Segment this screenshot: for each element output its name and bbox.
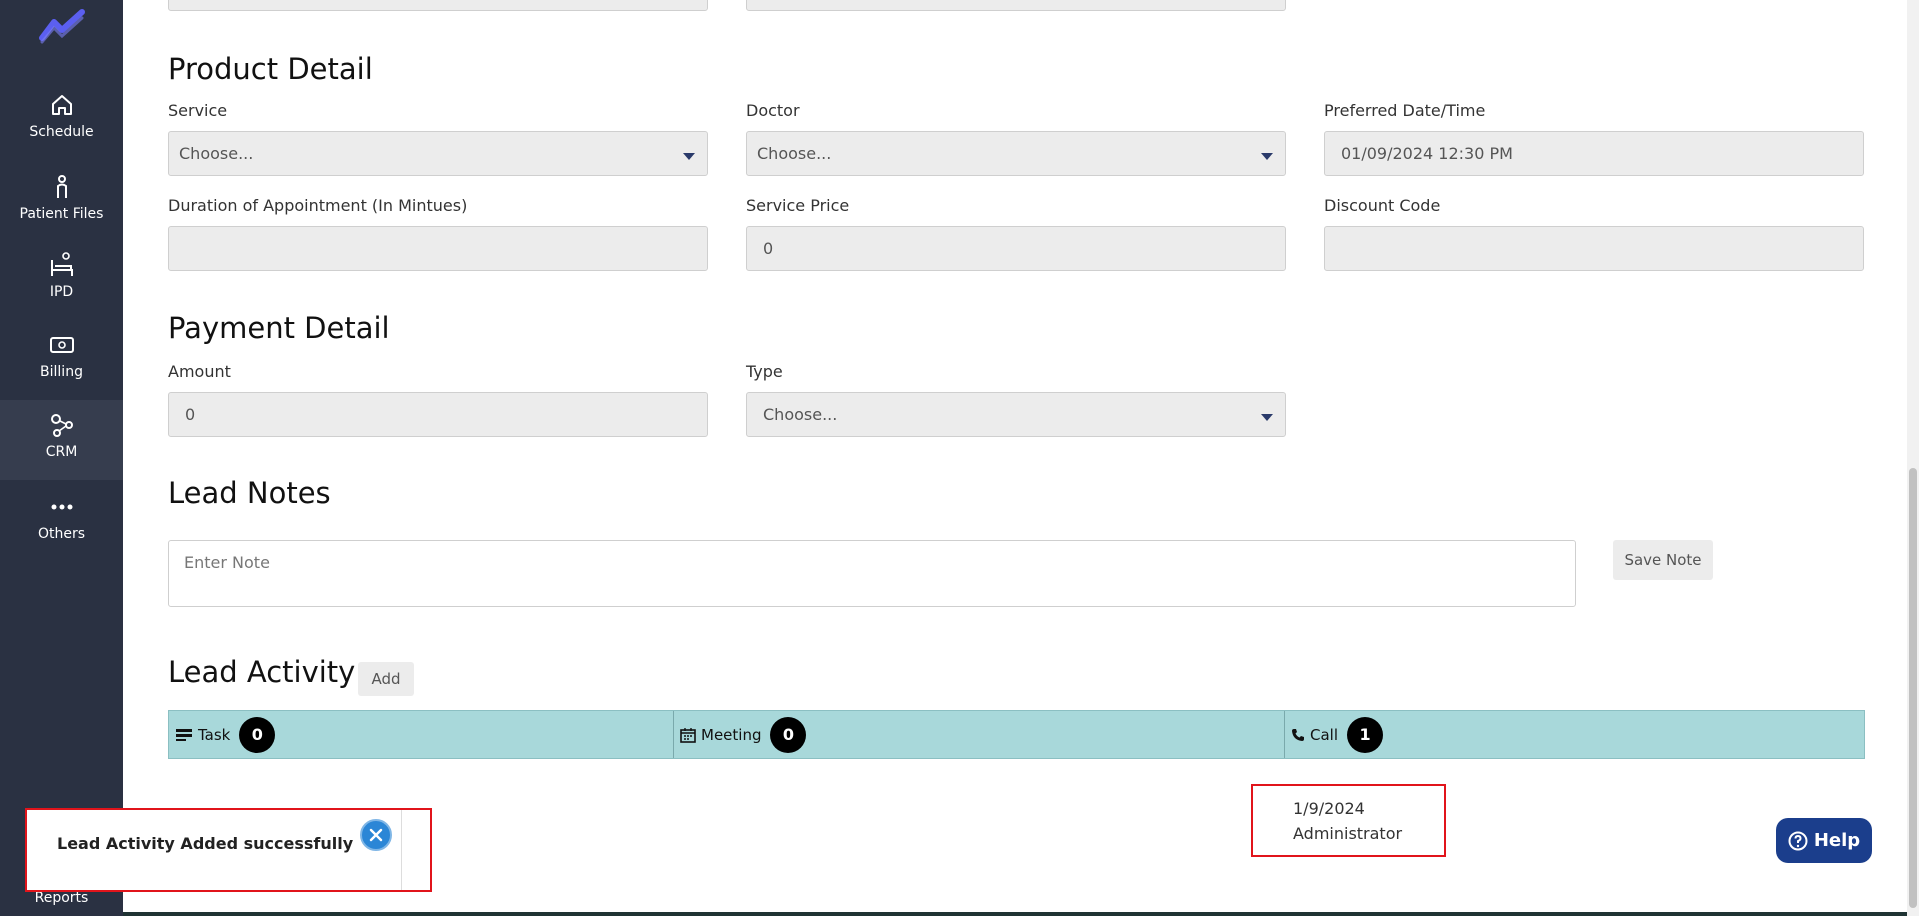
calendar-icon	[680, 727, 696, 743]
app-logo-icon[interactable]	[38, 8, 86, 44]
note-input[interactable]: Enter Note	[168, 540, 1576, 607]
sidebar: Schedule Patient Files IPD Billing CRM O…	[0, 0, 123, 916]
call-activity-entry[interactable]: 1/9/2024 Administrator	[1251, 784, 1446, 857]
phone-icon	[1292, 728, 1304, 741]
crm-nodes-icon	[50, 414, 73, 437]
cash-icon	[49, 337, 74, 353]
call-count-badge: 1	[1347, 716, 1384, 753]
sidebar-item-schedule[interactable]: Schedule	[0, 92, 123, 140]
toast-message: Lead Activity Added successfully	[57, 834, 354, 853]
close-icon	[369, 828, 383, 842]
duration-input[interactable]	[168, 226, 708, 271]
task-list-icon	[176, 728, 192, 741]
preferred-date-label: Preferred Date/Time	[1324, 101, 1486, 120]
preferred-date-input[interactable]: 01/09/2024 12:30 PM	[1324, 131, 1864, 176]
sidebar-item-label: Billing	[40, 364, 83, 380]
tab-call-label: Call	[1310, 725, 1339, 744]
person-icon	[56, 175, 67, 198]
task-count-badge: 0	[239, 716, 276, 753]
type-select[interactable]: Choose...	[746, 392, 1286, 437]
type-label: Type	[746, 362, 783, 381]
tab-meeting[interactable]: Meeting 0	[673, 711, 1284, 758]
toast-close-button[interactable]	[360, 819, 392, 851]
activity-tab-bar: Task 0 Meeting 0 Call 1	[168, 710, 1865, 759]
hospital-bed-icon	[50, 252, 73, 276]
help-label: Help	[1813, 830, 1861, 851]
service-price-label: Service Price	[746, 196, 850, 215]
sidebar-item-patient-files[interactable]: Patient Files	[0, 174, 123, 222]
tab-meeting-label: Meeting	[701, 725, 762, 744]
lead-activity-title: Lead Activity	[168, 655, 356, 689]
bottom-border	[123, 912, 1919, 916]
add-activity-button[interactable]: Add	[358, 662, 414, 696]
amount-label: Amount	[168, 362, 231, 381]
sidebar-item-label: Schedule	[29, 124, 94, 140]
more-dots-icon	[51, 504, 72, 510]
tab-task[interactable]: Task 0	[169, 711, 673, 758]
discount-code-label: Discount Code	[1324, 196, 1441, 215]
help-button[interactable]: Help	[1776, 818, 1872, 863]
scrollbar-thumb[interactable]	[1909, 468, 1917, 908]
activity-date: 1/9/2024	[1293, 799, 1365, 818]
meeting-count-badge: 0	[770, 716, 807, 753]
lead-notes-title: Lead Notes	[168, 476, 331, 510]
service-price-input[interactable]: 0	[746, 226, 1286, 271]
service-select[interactable]: Choose...	[168, 131, 708, 176]
tab-task-label: Task	[198, 725, 231, 744]
doctor-label: Doctor	[746, 101, 800, 120]
discount-code-input[interactable]	[1324, 226, 1864, 271]
service-label: Service	[168, 101, 228, 120]
page-scrollbar[interactable]	[1907, 0, 1919, 916]
sidebar-item-label: IPD	[49, 284, 74, 300]
activity-user: Administrator	[1293, 824, 1403, 843]
amount-input[interactable]: 0	[168, 392, 708, 437]
doctor-select[interactable]: Choose...	[746, 131, 1286, 176]
prior-field-left[interactable]	[168, 0, 708, 11]
sidebar-item-crm[interactable]: CRM	[0, 400, 123, 480]
sidebar-item-billing[interactable]: Billing	[0, 332, 123, 380]
sidebar-item-label: Patient Files	[19, 206, 104, 222]
duration-label: Duration of Appointment (In Mintues)	[168, 196, 468, 215]
sidebar-item-others[interactable]: Others	[0, 494, 123, 542]
save-note-button[interactable]: Save Note	[1613, 540, 1713, 580]
home-icon	[51, 95, 72, 115]
sidebar-item-ipd[interactable]: IPD	[0, 252, 123, 300]
success-toast: Lead Activity Added successfully	[25, 808, 432, 892]
sidebar-item-reports[interactable]: Reports	[0, 890, 123, 906]
prior-field-right[interactable]	[746, 0, 1286, 11]
tab-call[interactable]: Call 1	[1284, 711, 1864, 758]
toast-divider	[401, 810, 402, 890]
sidebar-item-label: Others	[37, 526, 86, 542]
sidebar-item-label: CRM	[45, 444, 78, 460]
question-circle-icon	[1788, 831, 1808, 850]
product-detail-title: Product Detail	[168, 52, 373, 86]
payment-detail-title: Payment Detail	[168, 311, 390, 345]
